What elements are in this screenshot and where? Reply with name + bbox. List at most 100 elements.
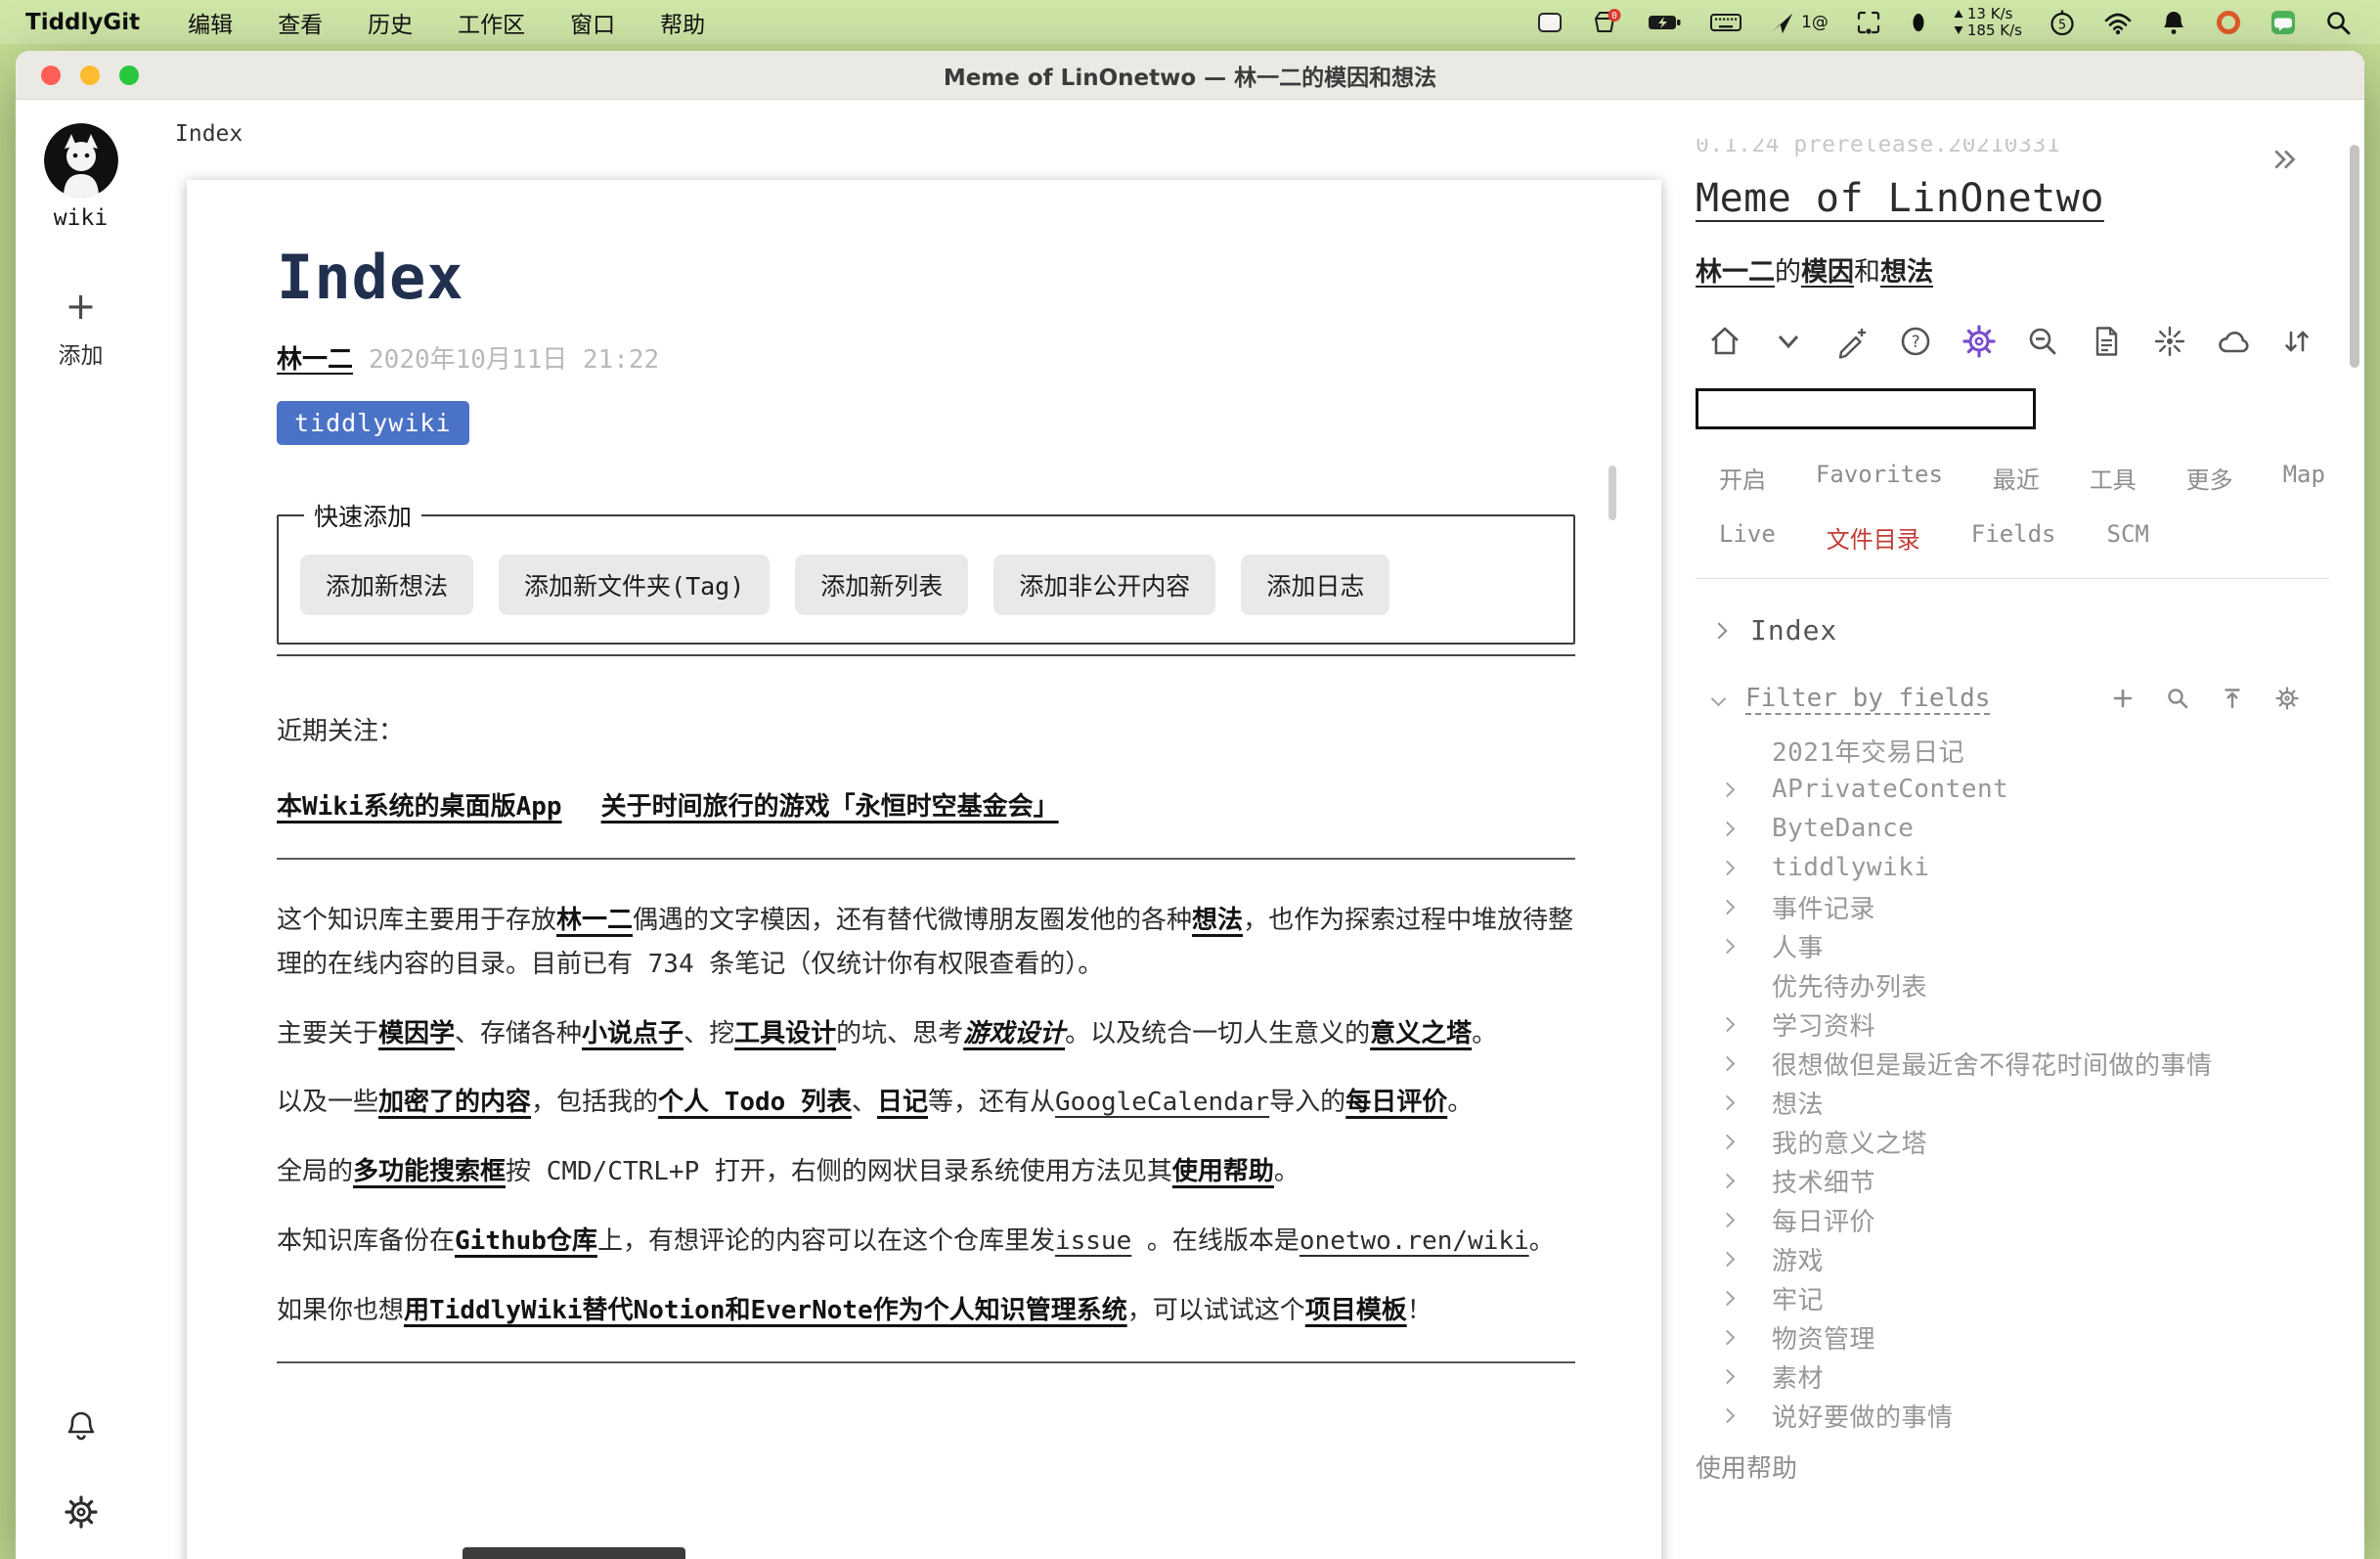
author-link[interactable]: 林一二 (277, 339, 353, 376)
tree-item[interactable]: 学习资料 (1696, 1004, 2364, 1044)
notifications-icon[interactable] (16, 1408, 146, 1444)
timer-icon[interactable]: 5 (2048, 8, 2077, 37)
inline-link[interactable]: 林一二 (556, 906, 633, 935)
messages-icon[interactable] (2269, 8, 2298, 37)
tree-root-item[interactable]: Index (1713, 614, 2364, 646)
help-icon[interactable]: ? (1898, 324, 1933, 359)
document-icon[interactable] (2089, 324, 2124, 359)
site-title[interactable]: Meme of LinOnetwo (1696, 176, 2104, 221)
inline-link[interactable]: 模因 (1801, 250, 1854, 289)
quick-add-button[interactable]: 添加新文件夹(Tag) (499, 555, 770, 615)
tree-item[interactable]: APrivateContent (1696, 770, 2364, 809)
tree-item[interactable]: 很想做但是最近舍不得花时间做的事情 (1696, 1044, 2364, 1083)
tree-item[interactable]: ByteDance (1696, 809, 2364, 848)
workspace-avatar[interactable] (44, 123, 118, 198)
recent-link[interactable]: 本Wiki系统的桌面版App (277, 786, 562, 823)
search-tree-icon[interactable] (2165, 686, 2190, 711)
tree-item[interactable]: tiddlywiki (1696, 848, 2364, 887)
search-input[interactable] (1696, 388, 2036, 429)
cloud-save-icon[interactable] (2216, 324, 2251, 359)
sidebar-tab[interactable]: Favorites (1816, 461, 1943, 495)
keyboard-icon[interactable] (1709, 8, 1742, 37)
usage-help-link[interactable]: 使用帮助 (1696, 1448, 2364, 1485)
home-icon[interactable] (1707, 324, 1742, 359)
network-speed[interactable]: 13 K/s 185 K/s (1954, 7, 2022, 38)
sidebar-tab[interactable]: 文件目录 (1827, 520, 1920, 555)
zoom-window-button[interactable] (119, 66, 139, 85)
quick-add-button[interactable]: 添加日志 (1241, 555, 1389, 615)
tree-item[interactable]: 优先待办列表 (1696, 965, 2364, 1004)
menu-item[interactable]: 查看 (255, 6, 345, 39)
collapse-sidebar-icon[interactable] (2270, 145, 2300, 174)
collapse-all-icon[interactable] (2220, 686, 2245, 711)
add-workspace-label[interactable]: 添加 (59, 336, 104, 370)
menu-item[interactable]: 窗口 (548, 6, 638, 39)
package-icon[interactable]: 0 (1590, 8, 1621, 37)
inline-link[interactable]: 使用帮助 (1172, 1157, 1274, 1186)
inline-link[interactable]: 每日评价 (1345, 1088, 1447, 1117)
menu-item[interactable]: 编辑 (165, 6, 255, 39)
inline-link[interactable]: GoogleCalendar (1055, 1088, 1269, 1117)
tree-item[interactable]: 想法 (1696, 1083, 2364, 1122)
sync-icon[interactable] (2279, 324, 2314, 359)
tree-item[interactable]: 游戏 (1696, 1239, 2364, 1278)
sidebar-tab[interactable]: 开启 (1719, 461, 1766, 495)
quick-add-button[interactable]: 添加新列表 (795, 555, 968, 615)
menu-item[interactable]: 历史 (345, 6, 435, 39)
inline-link[interactable]: 项目模板 (1305, 1296, 1407, 1325)
inline-link[interactable]: 意义之塔 (1370, 1019, 1472, 1048)
tree-item[interactable]: 技术细节 (1696, 1161, 2364, 1200)
quick-add-button[interactable]: 添加非公开内容 (993, 555, 1215, 615)
inline-link[interactable]: issue (1055, 1226, 1131, 1256)
inline-link[interactable]: onetwo.ren/wiki (1300, 1226, 1529, 1256)
window-titlebar[interactable]: Meme of LinOnetwo — 林一二的模因和想法 (16, 51, 2364, 100)
tree-item[interactable]: 说好要做的事情 (1696, 1396, 2364, 1435)
theme-icon[interactable] (2152, 324, 2187, 359)
add-workspace-button[interactable]: + (66, 288, 97, 325)
add-filter-icon[interactable] (2110, 686, 2136, 711)
tree-item[interactable]: 我的意义之塔 (1696, 1122, 2364, 1161)
screen-capture-icon[interactable] (1854, 8, 1883, 37)
minimize-window-button[interactable] (80, 66, 100, 85)
sidebar-tab[interactable]: 更多 (2186, 461, 2233, 495)
quick-add-button[interactable]: 添加新想法 (300, 555, 473, 615)
inline-link[interactable]: 想法 (1880, 250, 1933, 289)
inline-link[interactable]: 想法 (1192, 906, 1243, 935)
menu-item[interactable]: 帮助 (638, 6, 727, 39)
tree-item[interactable]: 每日评价 (1696, 1200, 2364, 1239)
inline-link[interactable]: 林一二 (1696, 250, 1775, 289)
inline-link[interactable]: 工具设计 (734, 1019, 836, 1048)
settings-gear-icon[interactable] (1961, 324, 1997, 359)
sidebar-tab[interactable]: 工具 (2090, 461, 2137, 495)
filter-by-fields-link[interactable]: Filter by fields (1745, 684, 2110, 713)
tree-item[interactable]: 2021年交易日记 (1696, 731, 2364, 770)
inline-link[interactable]: 用TiddlyWiki替代Notion和EverNote作为个人知识管理系统 (404, 1296, 1127, 1325)
menu-app-name[interactable]: TiddlyGit (14, 10, 165, 35)
scrollbar-thumb[interactable] (1609, 466, 1616, 520)
recent-link[interactable]: 关于时间旅行的游戏「永恒时空基金会」 (601, 786, 1059, 823)
tree-item[interactable]: 人事 (1696, 926, 2364, 965)
input-source-icon[interactable]: 1@ (1768, 8, 1829, 37)
inline-link[interactable]: 加密了的内容 (378, 1088, 531, 1117)
inline-link[interactable]: 多功能搜索框 (353, 1157, 506, 1186)
tree-item[interactable]: 素材 (1696, 1357, 2364, 1396)
new-tiddler-icon[interactable] (1834, 324, 1870, 359)
notification-bell-icon[interactable] (2159, 8, 2188, 37)
open-tiddler-tab[interactable]: Index (175, 121, 242, 147)
close-window-button[interactable] (41, 66, 61, 85)
sidebar-tab[interactable]: Map (2283, 461, 2325, 495)
preferences-gear-icon[interactable] (16, 1494, 146, 1530)
inline-link[interactable]: 日记 (877, 1088, 928, 1117)
pill-icon[interactable] (1909, 8, 1928, 37)
tree-item[interactable]: 牢记 (1696, 1278, 2364, 1317)
inline-link[interactable]: 模因学 (378, 1019, 455, 1048)
tree-item[interactable]: 物资管理 (1696, 1317, 2364, 1357)
inline-link[interactable]: 个人 Todo 列表 (658, 1088, 852, 1117)
battery-icon[interactable] (1647, 8, 1684, 37)
sidebar-tab[interactable]: 最近 (1993, 461, 2040, 495)
zoom-out-icon[interactable] (2025, 324, 2060, 359)
scrollbar-thumb[interactable] (2350, 145, 2359, 368)
sidebar-tab[interactable]: SCM (2107, 520, 2149, 555)
tag-pill[interactable]: tiddlywiki (277, 401, 469, 445)
inline-link[interactable]: 游戏设计 (963, 1019, 1065, 1048)
